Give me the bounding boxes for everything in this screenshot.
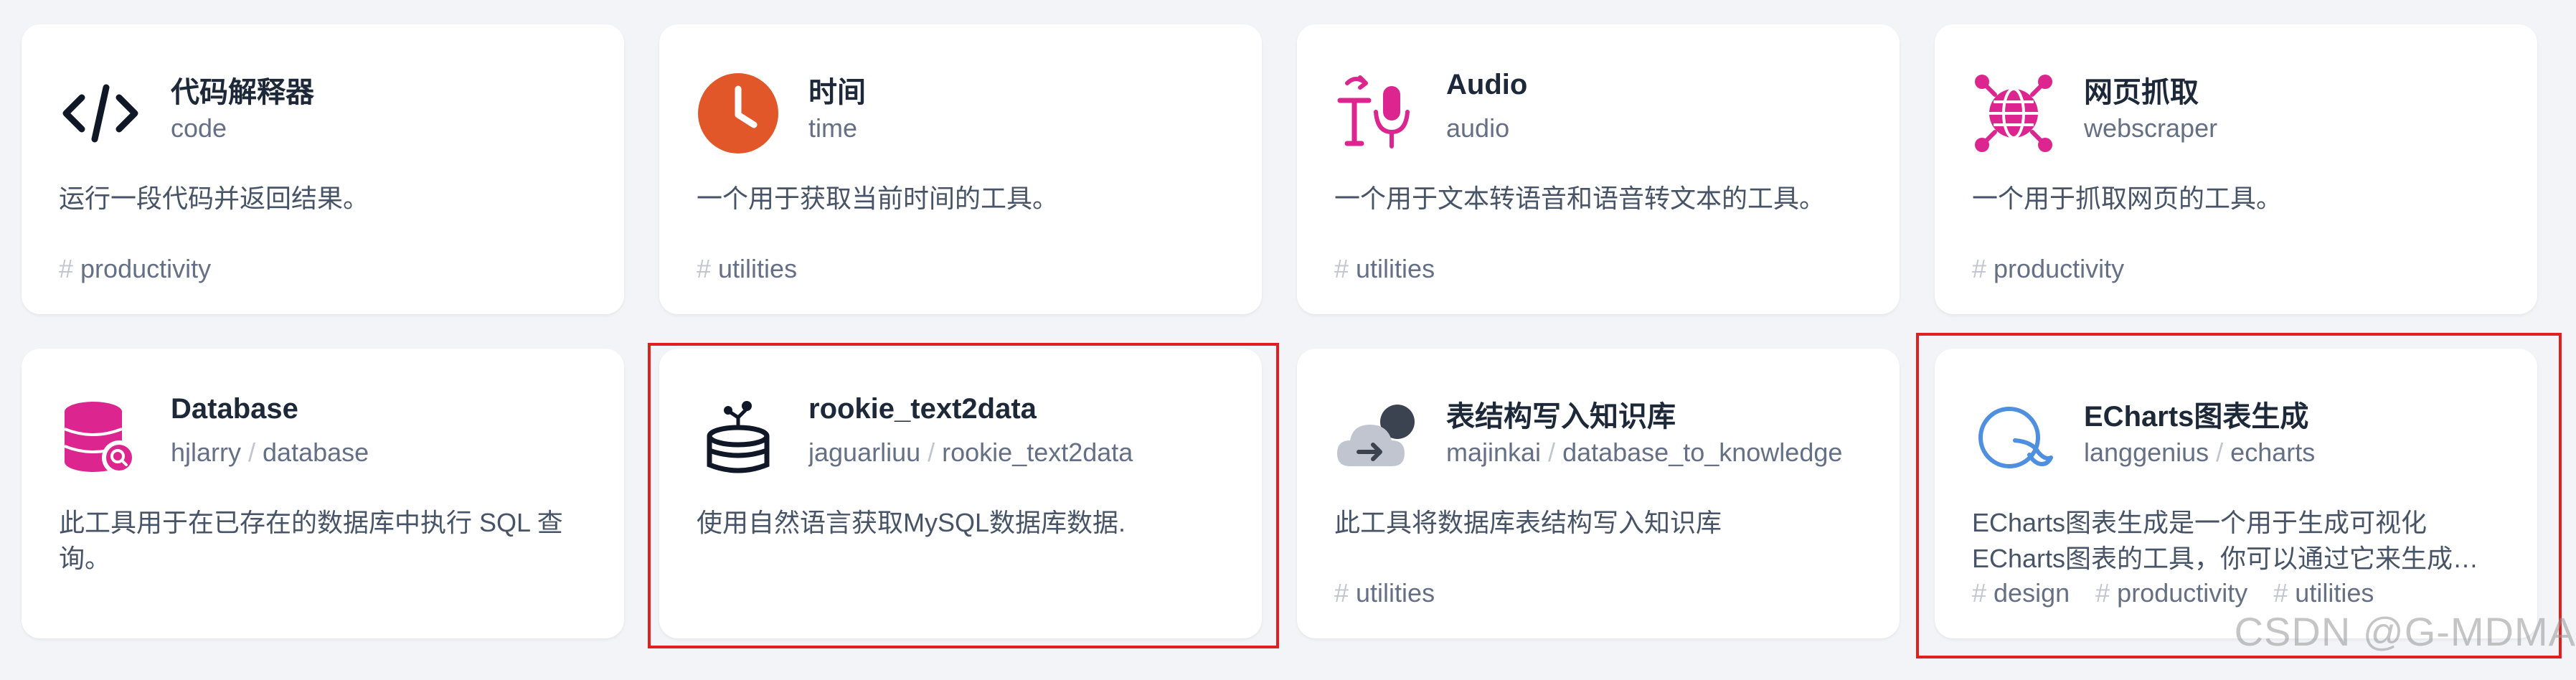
tool-subtitle: time (808, 113, 1239, 143)
tool-subtitle: webscraper (2084, 113, 2514, 143)
tool-card-time[interactable]: 时间 time 一个用于获取当前时间的工具。 # utilities (659, 24, 1262, 314)
tool-author: hjlarry (171, 438, 242, 467)
tool-title: 时间 (808, 77, 866, 108)
tool-description: 一个用于抓取网页的工具。 (1972, 184, 2283, 213)
tool-card-database-to-knowledge[interactable]: 表结构写入知识库 majinkai / database_to_knowledge … (1297, 349, 1900, 638)
tool-subtitle: majinkai / database_to_knowledge (1446, 438, 1843, 467)
tool-card-database[interactable]: Database hjlarry / database 此工具用于在已存在的数据库中… (22, 349, 624, 638)
tool-name: database_to_knowledge (1562, 438, 1843, 467)
tool-name: audio (1446, 113, 1510, 143)
tag-list: # utilities (697, 254, 816, 284)
tool-name: time (808, 113, 858, 143)
tool-name: database (263, 438, 369, 467)
tool-title: 网页抓取 (2084, 77, 2199, 108)
tool-card-audio[interactable]: Audio audio 一个用于文本转语音和语音转文本的工具。 # utiliti… (1297, 24, 1900, 314)
tag: # productivity (1972, 254, 2125, 283)
cloud-upload-icon (1334, 396, 1417, 479)
tool-title: 表结构写入知识库 (1446, 401, 1676, 433)
web-globe-icon (1972, 72, 2055, 155)
tool-description: 此工具将数据库表结构写入知识库 (1334, 508, 1722, 537)
tool-description: 一个用于获取当前时间的工具。 (697, 184, 1059, 213)
tool-title: 代码解释器 (171, 77, 314, 108)
text-to-speech-icon (1334, 72, 1417, 155)
tool-description: 此工具用于在已存在的数据库中执行 SQL 查询。 (59, 508, 563, 573)
tool-title: Database (171, 393, 298, 425)
tool-author: majinkai (1446, 438, 1542, 467)
tool-subtitle: hjlarry / database (171, 438, 369, 467)
watermark: CSDN @G-MDMA (2234, 609, 2576, 654)
clock-icon (697, 72, 780, 155)
tag: # utilities (1334, 578, 1435, 608)
code-icon (59, 72, 142, 155)
tool-title: Audio (1446, 69, 1528, 100)
tool-card-code[interactable]: 代码解释器 code 运行一段代码并返回结果。 # productivity (22, 24, 624, 314)
tag: # utilities (1334, 254, 1435, 283)
database-search-icon (59, 396, 142, 479)
tag-list: # productivity (59, 254, 230, 284)
tool-description: 运行一段代码并返回结果。 (59, 184, 369, 213)
tag-list: # productivity (1972, 254, 2143, 284)
tool-name: code (171, 113, 227, 143)
tag-list: # utilities (1334, 578, 1453, 608)
tool-subtitle: code (171, 113, 601, 143)
tool-subtitle: audio (1446, 113, 1877, 143)
tag-list: # utilities (1334, 254, 1453, 284)
highlight-box-rookie-text2data (648, 343, 1279, 648)
tool-card-webscraper[interactable]: 网页抓取 webscraper 一个用于抓取网页的工具。 # productivi… (1935, 24, 2537, 314)
tag: # utilities (697, 254, 798, 283)
tool-description: 一个用于文本转语音和语音转文本的工具。 (1334, 184, 1826, 213)
tag: # productivity (59, 254, 212, 283)
tool-name: webscraper (2084, 113, 2218, 143)
